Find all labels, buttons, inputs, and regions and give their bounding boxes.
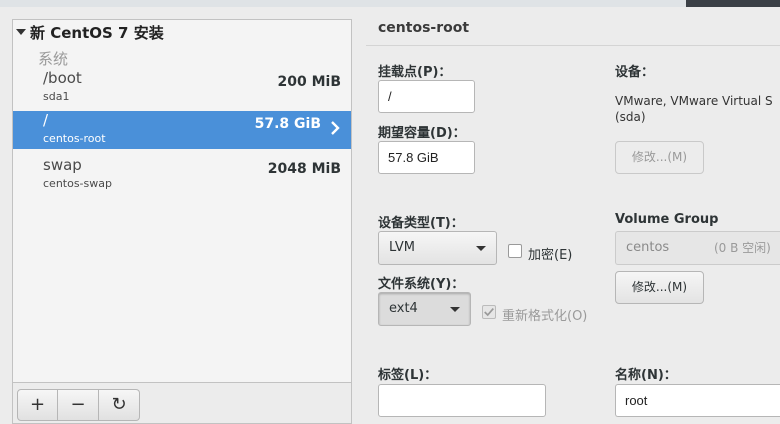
mount-point-name: /	[43, 111, 49, 129]
desired-capacity-label: 期望容量(D)：	[378, 126, 466, 141]
mount-point-name: /boot	[43, 69, 82, 87]
mount-size: 2048 MiB	[267, 161, 341, 177]
mount-point-list: 新 CentOS 7 安装 系统 /boot sda1 200 MiB / ce…	[12, 19, 352, 424]
top-strip	[0, 0, 780, 7]
encrypt-checkbox[interactable]	[508, 244, 522, 258]
volume-group-modify-button[interactable]: 修改...(M)	[615, 271, 704, 304]
mount-point-input[interactable]	[378, 80, 475, 113]
name-label: 名称(N)：	[615, 368, 677, 383]
mount-size: 200 MiB	[277, 74, 342, 90]
device-type-label: 设备类型(T)：	[378, 216, 464, 231]
filesystem-label: 文件系统(Y)：	[378, 277, 465, 292]
install-tree-header[interactable]: 新 CentOS 7 安装	[16, 22, 164, 44]
top-strip-dark	[686, 0, 780, 7]
device-type-combo[interactable]: LVM	[378, 231, 497, 265]
mount-item-root[interactable]: / centos-root 57.8 GiB	[13, 111, 351, 149]
system-section-label: 系统	[38, 50, 69, 68]
refresh-button[interactable]: ↻	[99, 389, 140, 421]
volume-group-combo[interactable]: centos (0 B 空闲)	[615, 231, 780, 265]
reformat-label: 重新格式化(O)	[502, 309, 588, 324]
tag-label: 标签(L)：	[378, 368, 438, 383]
mount-point-label: 挂载点(P)：	[378, 65, 452, 80]
mount-item-swap[interactable]: swap centos-swap 2048 MiB	[13, 156, 351, 194]
reformat-checkbox[interactable]	[482, 305, 496, 319]
dropdown-caret-icon	[450, 307, 460, 312]
remove-mount-button[interactable]: −	[58, 389, 99, 421]
mount-device-name: centos-root	[43, 132, 106, 145]
device-modify-button[interactable]: 修改...(M)	[615, 141, 704, 174]
checkmark-icon	[484, 308, 494, 317]
name-input[interactable]	[615, 384, 780, 417]
device-desc-line1: VMware, VMware Virtual S	[615, 94, 773, 108]
dropdown-caret-icon	[476, 246, 486, 251]
title-divider	[366, 45, 780, 46]
desired-capacity-input[interactable]	[378, 141, 475, 174]
mount-device-name: centos-swap	[43, 177, 112, 190]
device-desc-line2: (sda)	[615, 110, 646, 124]
encrypt-label: 加密(E)	[528, 248, 573, 263]
mount-toolbar: + − ↻	[13, 382, 351, 423]
filesystem-combo[interactable]: ext4	[378, 292, 471, 326]
tag-input[interactable]	[378, 384, 546, 417]
add-mount-button[interactable]: +	[17, 389, 58, 421]
device-label: 设备：	[615, 65, 655, 80]
mount-item-boot[interactable]: /boot sda1 200 MiB	[13, 69, 351, 107]
filesystem-value: ext4	[389, 301, 418, 316]
mount-device-name: sda1	[43, 90, 70, 103]
expand-arrow-icon[interactable]	[16, 28, 26, 35]
install-title: 新 CentOS 7 安装	[30, 24, 164, 42]
device-type-value: LVM	[389, 240, 415, 255]
detail-title: centos-root	[378, 20, 470, 36]
volume-group-name: centos	[626, 240, 670, 255]
device-description: VMware, VMware Virtual S (sda)	[615, 93, 773, 125]
volume-group-label: Volume Group	[615, 212, 719, 227]
mount-point-name: swap	[43, 156, 82, 174]
volume-group-free: (0 B 空闲)	[714, 241, 771, 255]
chevron-right-icon	[331, 121, 340, 135]
mount-size: 57.8 GiB	[254, 116, 321, 132]
